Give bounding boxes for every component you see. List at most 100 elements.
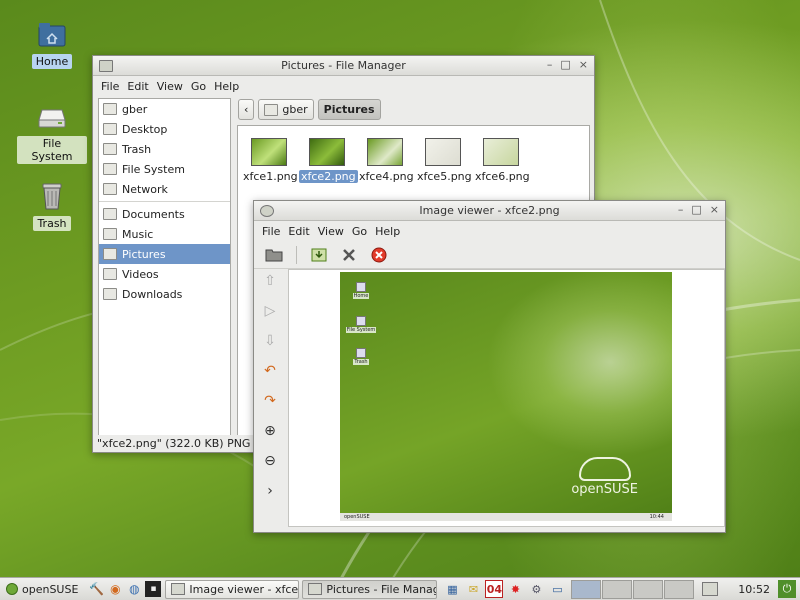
brand-text: openSUSE (571, 482, 638, 497)
sidebar-item-trash[interactable]: Trash (99, 139, 230, 159)
delete-button[interactable] (337, 244, 361, 266)
settings-icon[interactable]: ⚙ (527, 580, 545, 598)
save-button[interactable] (307, 244, 331, 266)
preview-desktop-icon: Home (344, 282, 378, 299)
sidebar-item-network[interactable]: Network (99, 179, 230, 199)
file-name: xfce5.png (417, 170, 472, 183)
back-button[interactable]: ‹ (238, 99, 255, 120)
preview-desktop-icon: File System (344, 316, 378, 333)
expand-panel-button[interactable]: › (258, 479, 282, 503)
workspace-4[interactable] (664, 579, 695, 599)
folder-icon (308, 583, 323, 595)
folder-icon (103, 268, 117, 280)
file-name: xfce4.png (359, 170, 414, 183)
sidebar-item-downloads[interactable]: Downloads (99, 284, 230, 304)
logout-icon[interactable]: ⏻ (778, 580, 796, 598)
chevron-left-icon: ‹ (244, 103, 249, 116)
desktop-icon-trash[interactable]: Trash (17, 180, 87, 231)
zoom-out-button[interactable]: ⊖ (258, 449, 282, 473)
launchers: 🔨 ◉ ◍ ▪ (84, 581, 165, 597)
updater-icon[interactable]: ✸ (506, 580, 524, 598)
close-button[interactable]: × (710, 203, 719, 216)
desktop-icon-home[interactable]: Home (17, 18, 87, 69)
menu-help[interactable]: Help (371, 225, 404, 238)
image-canvas[interactable]: Home File System Trash openSUSE openSUSE… (288, 269, 725, 527)
task-label: Pictures - File Manager (326, 582, 436, 596)
last-image-button[interactable]: ⇩ (258, 329, 282, 353)
menu-file[interactable]: File (97, 80, 123, 93)
network-icon (103, 183, 117, 195)
path-button-gber[interactable]: gber (258, 99, 314, 120)
rotate-right-button[interactable]: ↷ (258, 389, 282, 413)
workspace-1[interactable] (571, 579, 602, 599)
terminal-launcher[interactable]: ▪ (145, 581, 162, 597)
menu-edit[interactable]: Edit (284, 225, 313, 238)
sidebar-item-label: Documents (122, 207, 185, 221)
clock[interactable]: 10:52 (730, 583, 778, 596)
tools-launcher[interactable]: 🔨 (88, 581, 104, 597)
menu-edit[interactable]: Edit (123, 80, 152, 93)
image-thumbnail-icon (309, 138, 345, 166)
sidebar-item-label: Videos (122, 267, 159, 281)
rotate-left-button[interactable]: ↶ (258, 359, 282, 383)
maximize-button[interactable]: □ (560, 58, 570, 71)
sidebar-item-home[interactable]: gber (99, 99, 230, 119)
sidebar-item-documents[interactable]: Documents (99, 204, 230, 224)
close-image-button[interactable] (367, 244, 391, 266)
task-button-file-manager[interactable]: Pictures - File Manager (302, 579, 438, 599)
image-thumbnail-icon (251, 138, 287, 166)
menu-go[interactable]: Go (348, 225, 371, 238)
show-desktop-icon[interactable]: ▭ (548, 580, 566, 598)
file-item[interactable]: xfce2.png (299, 138, 358, 183)
path-button-label: gber (282, 103, 308, 116)
minimize-button[interactable]: – (678, 203, 684, 216)
workspace-2[interactable] (602, 579, 633, 599)
previous-image-button[interactable]: ▷ (258, 299, 282, 323)
file-item[interactable]: xfce4.png (357, 138, 414, 183)
minimize-button[interactable]: – (547, 58, 553, 71)
sidebar-item-videos[interactable]: Videos (99, 264, 230, 284)
sidebar-item-desktop[interactable]: Desktop (99, 119, 230, 139)
network-monitor-icon[interactable]: ▦ (443, 580, 461, 598)
preview-trash-icon (356, 348, 366, 358)
preview-icon-label: Trash (353, 359, 369, 365)
menu-help[interactable]: Help (210, 80, 243, 93)
path-bar: ‹ gber Pictures (238, 99, 381, 120)
image-viewer-titlebar[interactable]: Image viewer - xfce2.png – □ × (254, 201, 725, 221)
menu-file[interactable]: File (258, 225, 284, 238)
desktop-icon-filesystem[interactable]: File System (17, 100, 87, 164)
menu-view[interactable]: View (153, 80, 187, 93)
sidebar-item-pictures[interactable]: Pictures (99, 244, 230, 264)
opensuse-logo: openSUSE (571, 457, 638, 497)
preview-home-icon (356, 282, 366, 292)
menu-go[interactable]: Go (187, 80, 210, 93)
arrow-down-icon: ⇩ (264, 333, 276, 349)
close-button[interactable]: × (579, 58, 588, 71)
zoom-in-button[interactable]: ⊕ (258, 419, 282, 443)
task-button-image-viewer[interactable]: Image viewer - xfce2... (165, 579, 300, 599)
file-item[interactable]: xfce1.png (241, 138, 298, 183)
image-viewer-window[interactable]: Image viewer - xfce2.png – □ × File Edit… (253, 200, 726, 533)
file-item[interactable]: xfce5.png (415, 138, 472, 183)
file-name: xfce6.png (475, 170, 530, 183)
menu-view[interactable]: View (314, 225, 348, 238)
sidebar-item-music[interactable]: Music (99, 224, 230, 244)
maximize-button[interactable]: □ (691, 203, 701, 216)
file-item[interactable]: xfce6.png (473, 138, 530, 183)
calendar-icon[interactable]: 04 (485, 580, 504, 598)
browser-launcher[interactable]: ◍ (126, 581, 142, 597)
workspace-3[interactable] (633, 579, 664, 599)
firefox-launcher[interactable]: ◉ (107, 581, 123, 597)
file-manager-titlebar[interactable]: Pictures - File Manager – □ × (93, 56, 594, 76)
sidebar-item-filesystem[interactable]: File System (99, 159, 230, 179)
open-folder-button[interactable] (262, 244, 286, 266)
start-menu-button[interactable]: openSUSE (0, 583, 84, 596)
sidebar-separator (99, 201, 230, 202)
path-button-label: Pictures (323, 103, 375, 116)
path-button-pictures[interactable]: Pictures (317, 99, 381, 120)
first-image-button[interactable]: ⇧ (258, 269, 282, 293)
notes-icon[interactable]: ✉ (464, 580, 482, 598)
mailbox-icon[interactable] (702, 582, 719, 596)
menubar: File Edit View Go Help (93, 76, 594, 96)
image-thumbnail-icon (425, 138, 461, 166)
